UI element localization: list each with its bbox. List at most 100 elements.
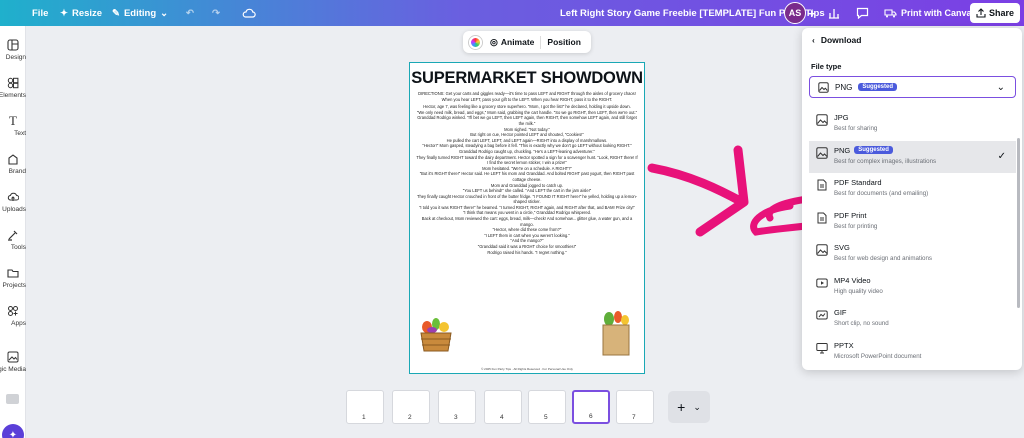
sidebar-label: Brand — [8, 168, 26, 175]
chevron-down-icon: ⌄ — [996, 81, 1005, 93]
design-icon — [6, 38, 20, 52]
left-sidebar: Design Elements T Text Brand Uploads Too… — [0, 26, 26, 438]
truck-icon — [884, 9, 897, 18]
magic-assistant-icon[interactable]: ✦ — [2, 424, 24, 438]
resize-button[interactable]: ✦ Resize — [60, 0, 102, 26]
dropdown-scrollbar[interactable] — [1017, 138, 1020, 308]
gif-icon — [816, 310, 828, 320]
apps-icon — [6, 304, 20, 318]
file-type-select[interactable]: PNG Suggested ⌄ — [809, 76, 1016, 98]
story-paragraph: Rodrigo raised his hands. "I regret noth… — [487, 249, 567, 255]
sidebar-label: Magic Media — [0, 366, 26, 373]
redo-button[interactable]: ↷ — [212, 0, 220, 26]
share-button[interactable]: Share — [970, 3, 1020, 23]
file-type-option-gif[interactable]: GIF Short clip, no sound — [809, 303, 1016, 335]
option-name: JPG — [834, 113, 849, 122]
pencil-icon: ✎ — [112, 7, 120, 19]
story-paragraph: Back at checkout, Mom reviewed the cart:… — [421, 216, 633, 227]
option-description: Short clip, no sound — [834, 320, 889, 327]
suggested-badge: Suggested — [858, 83, 898, 91]
undo-icon: ↶ — [186, 7, 194, 19]
option-description: Best for web design and animations — [834, 255, 933, 262]
magic-media-icon — [6, 350, 20, 364]
option-name: PNG Suggested — [834, 146, 936, 155]
animate-icon: ◎ — [490, 36, 498, 47]
color-picker-icon[interactable] — [469, 35, 482, 49]
editing-mode-button[interactable]: ✎ Editing ⌄ — [112, 0, 168, 26]
brand-icon — [6, 152, 20, 166]
sidebar-item-magic-media[interactable]: Magic Media — [0, 350, 26, 390]
selected-file-type: PNG — [835, 82, 853, 92]
page-thumbnail-selected[interactable]: 6 — [572, 390, 610, 424]
sidebar-item-text[interactable]: T Text — [0, 113, 26, 154]
file-type-option-png[interactable]: PNG Suggested Best for complex images, ill… — [809, 140, 1016, 173]
position-button[interactable]: Position — [547, 37, 581, 47]
download-header[interactable]: ‹ Download — [812, 35, 861, 45]
presentation-icon — [816, 342, 828, 353]
undo-button[interactable]: ↶ — [186, 0, 194, 26]
tools-icon — [6, 228, 20, 242]
sidebar-item-uploads[interactable]: Uploads — [0, 190, 26, 230]
toolbar-divider — [540, 35, 542, 49]
story-text: DIRECTIONS: Get your carts and giggles r… — [410, 91, 644, 255]
file-type-option-mp4-video[interactable]: MP4 Video High quality video — [809, 271, 1016, 303]
file-type-option-pdf-print[interactable]: PDF Print Best for printing — [809, 206, 1016, 238]
animate-button[interactable]: ◎ Animate — [490, 37, 534, 48]
sidebar-label: Design — [5, 54, 26, 61]
image-icon — [818, 81, 829, 93]
checkmark-icon: ✓ — [997, 150, 1006, 162]
add-collaborator-button[interactable]: + — [808, 0, 816, 26]
sidebar-item-elements[interactable]: Elements — [0, 76, 26, 116]
file-type-option-pptx[interactable]: PPTX Microsoft PowerPoint document — [809, 336, 1016, 368]
option-description: Best for documents (and emailing) — [834, 190, 929, 197]
upload-icon — [976, 8, 986, 18]
design-page[interactable]: SUPERMARKET SHOWDOWN DIRECTIONS: Get you… — [409, 62, 645, 374]
sidebar-item-design[interactable]: Design — [0, 38, 26, 78]
document-icon — [817, 179, 827, 191]
element-context-toolbar: ◎ Animate Position — [463, 31, 591, 53]
bar-chart-icon — [829, 9, 839, 19]
add-page-button[interactable]: + ⌄ — [668, 391, 710, 423]
sidebar-label: Text — [14, 130, 26, 137]
insights-button[interactable] — [828, 0, 840, 26]
chevron-left-icon: ‹ — [812, 35, 815, 45]
grocery-basket-illustration — [420, 318, 452, 352]
file-type-option-jpg[interactable]: JPG Best for sharing — [809, 108, 1016, 140]
option-description: Best for complex images, illustrations — [834, 157, 937, 165]
plus-icon: + — [677, 399, 686, 415]
page-thumbnail[interactable]: 5 — [528, 390, 566, 424]
avatar[interactable]: AS — [784, 2, 806, 24]
editing-label: Editing — [123, 7, 157, 19]
page-thumbnail[interactable]: 7 — [616, 390, 654, 424]
resize-label: Resize — [71, 7, 103, 19]
page-footer: © 2025 Fun Party Tips · All Rights Reser… — [481, 367, 573, 371]
comments-button[interactable] — [856, 0, 869, 26]
video-icon — [816, 278, 828, 287]
share-label: Share — [988, 8, 1014, 18]
page-thumbnail[interactable]: 1 — [346, 390, 384, 424]
plus-icon: + — [808, 5, 816, 21]
print-label: Print with Canva — [901, 8, 972, 18]
sidebar-item-tools[interactable]: Tools — [0, 228, 26, 268]
option-description: Microsoft PowerPoint document — [834, 352, 922, 360]
option-description: Best for printing — [834, 222, 878, 230]
story-paragraph: They finally caught Hector crouched in f… — [416, 193, 638, 205]
chevron-down-icon: ⌄ — [693, 401, 701, 412]
page-thumbnail[interactable]: 2 — [392, 390, 430, 424]
cloud-save-button[interactable] — [242, 0, 256, 26]
page-thumbnail[interactable]: 3 — [438, 390, 476, 424]
sidebar-label: Elements — [0, 92, 26, 99]
sidebar-item-projects[interactable]: Projects — [0, 266, 26, 306]
print-with-canva-button[interactable]: Print with Canva — [884, 0, 972, 26]
file-type-option-svg[interactable]: SVG Best for web design and animations — [809, 238, 1016, 270]
file-menu[interactable]: File — [32, 0, 48, 26]
option-name: SVG — [834, 243, 850, 252]
story-paragraph: Granddad Rodrigo winked. "I'll bet we go… — [417, 115, 637, 126]
sidebar-item-apps[interactable]: Apps — [0, 304, 26, 344]
file-type-option-pdf-standard[interactable]: PDF Standard Best for documents (and emai… — [809, 173, 1016, 205]
sidebar-item-brand[interactable]: Brand — [0, 152, 26, 192]
cloud-icon — [242, 8, 256, 18]
sidebar-extra-icon[interactable] — [6, 394, 19, 404]
option-name: PPTX — [834, 340, 854, 350]
page-thumbnail[interactable]: 4 — [484, 390, 522, 424]
